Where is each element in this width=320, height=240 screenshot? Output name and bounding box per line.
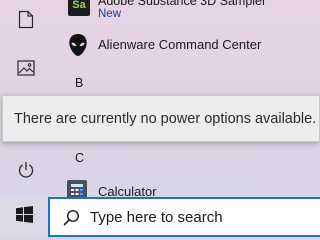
windows-logo-icon — [15, 206, 33, 228]
app-item-calculator[interactable]: Calculator — [56, 178, 320, 197]
picture-icon — [17, 59, 35, 81]
power-options-tooltip: There are currently no power options ava… — [2, 95, 320, 142]
section-header-b[interactable]: B — [75, 76, 83, 90]
new-badge: New — [98, 8, 122, 20]
search-icon — [63, 209, 80, 226]
app-item-label: Calculator — [98, 184, 157, 197]
calculator-icon — [67, 180, 87, 197]
power-icon — [17, 161, 35, 184]
power-button[interactable] — [0, 150, 52, 194]
tooltip-text: There are currently no power options ava… — [14, 110, 317, 127]
documents-button[interactable] — [0, 0, 52, 44]
substance-sampler-icon: Sa — [68, 0, 90, 16]
search-input-placeholder[interactable]: Type here to search — [90, 209, 223, 226]
taskbar-search-box[interactable]: Type here to search — [48, 197, 320, 237]
app-item-label: Alienware Command Center — [98, 37, 262, 52]
alienware-icon — [67, 33, 89, 62]
taskbar: Type here to search — [0, 197, 320, 237]
start-button[interactable] — [0, 197, 48, 237]
section-header-c[interactable]: C — [75, 151, 84, 165]
document-icon — [18, 10, 34, 34]
app-item-substance-sampler[interactable]: Sa Adobe Substance 3D Sampler New — [56, 0, 320, 28]
app-item-alienware[interactable]: Alienware Command Center — [56, 30, 320, 60]
app-item-label: Adobe Substance 3D Sampler — [98, 0, 267, 8]
pictures-button[interactable] — [0, 48, 52, 92]
